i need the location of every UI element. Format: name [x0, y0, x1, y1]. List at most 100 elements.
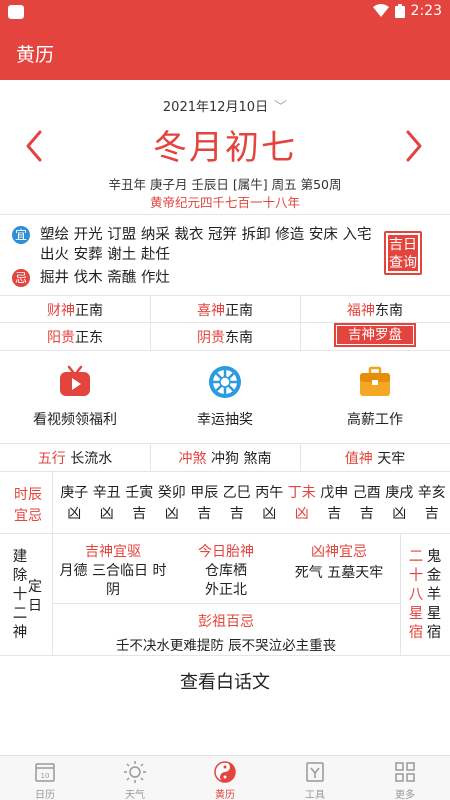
shichen-hour-name: 癸卯	[157, 485, 186, 501]
shichen-hour-luck: 凶	[392, 506, 407, 522]
shichen-label: 时辰 宜忌	[10, 485, 46, 527]
xiongshen-label: 凶神宜忌	[311, 544, 367, 560]
shichen-hour-luck: 凶	[164, 506, 179, 522]
battery-icon	[394, 4, 405, 18]
luopan-button[interactable]: 吉神罗盘	[334, 323, 416, 347]
next-day-arrow-icon[interactable]	[400, 128, 430, 164]
shichen-hour: 庚子凶	[58, 483, 91, 525]
wuxing-value: 长流水	[70, 451, 113, 467]
shichen-hour: 癸卯凶	[156, 483, 189, 525]
calendar-icon: 10	[35, 763, 55, 782]
xiongshen-value: 死气 五墓天牢	[294, 565, 384, 581]
yi-text: 塑绘 开光 订盟 纳采 裁衣 冠笄 拆卸 修造 安床 入宅 出火 安葬 谢土 赴…	[40, 227, 372, 263]
xishen-label: 喜神	[197, 303, 225, 319]
jianchu-label: 建除十二神	[10, 548, 30, 643]
taishen-value: 仓库栖 外正北	[174, 562, 278, 600]
lucky-day-query-button[interactable]: 吉日 查询	[384, 231, 422, 275]
shichen-hour-name: 庚戌	[385, 485, 414, 501]
divider	[0, 443, 450, 444]
divider	[0, 533, 450, 534]
vertical-char: 二	[12, 606, 28, 622]
video-welfare-label: 看视频领福利	[33, 412, 117, 428]
view-vernacular-button[interactable]: 查看白话文	[0, 668, 450, 694]
tab-weather[interactable]: 天气	[90, 756, 180, 800]
bottom-tab-bar: 10 日历 天气 黄历 工具 更多	[0, 755, 450, 800]
shichen-hour: 庚戌凶	[383, 483, 416, 525]
lottery-wheel-icon	[209, 366, 241, 398]
tab-almanac[interactable]: 黄历	[180, 756, 270, 800]
yingui-value: 东南	[225, 330, 253, 346]
shichen-hour: 壬寅吉	[123, 483, 156, 525]
tab-more[interactable]: 更多	[360, 756, 450, 800]
lucky-draw-label: 幸运抽奖	[197, 412, 253, 428]
yanggui-value: 正东	[75, 330, 103, 346]
page-title: 黄历	[16, 44, 55, 66]
vertical-char: 金	[426, 568, 442, 584]
vertical-char: 宿	[426, 625, 442, 641]
wuxing-cell: 五行 长流水	[0, 448, 150, 468]
shichen-hour-luck: 吉	[229, 506, 244, 522]
taishen-line-2: 外正北	[205, 582, 247, 598]
vertical-char: 星	[408, 606, 424, 622]
high-salary-job-label: 高薪工作	[347, 412, 403, 428]
fushen-value: 东南	[375, 303, 403, 319]
taishen-label: 今日胎神	[198, 544, 254, 560]
shichen-label-top: 时辰	[14, 487, 42, 503]
xiu-label: 二十八星宿	[406, 548, 426, 643]
jishen-line-1: 月德 三合临日 时	[59, 563, 167, 579]
shichen-label-bottom: 宜忌	[14, 508, 42, 524]
shichen-hour-luck: 吉	[327, 506, 342, 522]
tv-icon	[60, 365, 90, 396]
xishen-cell: 喜神正南	[150, 300, 300, 320]
tools-icon	[306, 762, 324, 782]
vertical-char: 八	[408, 587, 424, 603]
shichen-hour: 甲辰吉	[188, 483, 221, 525]
shichen-hour-luck: 吉	[197, 506, 212, 522]
ji-text: 掘井 伐木 斋醮 作灶	[40, 270, 170, 286]
ji-badge: 忌	[12, 269, 30, 287]
chongsha-label: 冲煞	[178, 451, 207, 467]
shichen-hour: 辛亥吉	[416, 483, 449, 525]
vertical-char: 神	[12, 625, 28, 641]
tab-weather-label: 天气	[125, 790, 145, 800]
lucky-day-label-1: 吉日	[389, 237, 417, 253]
vertical-char: 羊	[426, 587, 442, 603]
shichen-hour-luck: 吉	[424, 506, 439, 522]
shichen-hour-luck: 凶	[294, 506, 309, 522]
shichen-hour: 丁未凶	[286, 483, 319, 525]
shichen-hour: 乙巳吉	[221, 483, 254, 525]
caishen-cell: 财神正南	[0, 300, 150, 320]
chongsha-value: 冲狗 煞南	[211, 451, 272, 467]
shichen-hour-luck: 凶	[99, 506, 114, 522]
vertical-char: 建	[12, 549, 28, 565]
tab-tools[interactable]: 工具	[270, 756, 360, 800]
caishen-value: 正南	[75, 303, 103, 319]
fushen-label: 福神	[347, 303, 375, 319]
vertical-char: 除	[12, 568, 28, 584]
yanggui-cell: 阳贵正东	[0, 327, 150, 347]
shichen-hour: 戊申吉	[318, 483, 351, 525]
shichen-hour-luck: 吉	[359, 506, 374, 522]
status-time: 2:23	[410, 3, 442, 19]
divider	[0, 655, 450, 656]
divider	[150, 295, 151, 350]
sun-icon	[124, 761, 146, 783]
divider	[150, 443, 151, 471]
caishen-label: 财神	[47, 303, 75, 319]
ganzhi-line: 辛丑年 庚子月 壬辰日 [属牛] 周五 第50周	[108, 177, 342, 192]
shichen-hour-name: 丁未	[287, 485, 316, 501]
status-bar: 2:23	[0, 0, 450, 24]
divider	[52, 603, 400, 604]
app-bar: 黄历	[0, 24, 450, 80]
shichen-hour-name: 甲辰	[190, 485, 219, 501]
shichen-grid: 庚子凶辛丑凶壬寅吉癸卯凶甲辰吉乙巳吉丙午凶丁未凶戊申吉己酉吉庚戌凶辛亥吉	[58, 483, 448, 525]
divider	[52, 471, 53, 533]
vertical-char: 十	[408, 568, 424, 584]
tab-calendar[interactable]: 10 日历	[0, 756, 90, 800]
vertical-char: 二	[408, 549, 424, 565]
shichen-hour: 辛丑凶	[91, 483, 124, 525]
gregorian-date: 2021年12月10日	[162, 100, 269, 115]
gregorian-date-selector[interactable]: 2021年12月10日 ﹀	[0, 96, 450, 115]
divider	[300, 295, 301, 350]
fushen-cell: 福神东南	[300, 300, 450, 320]
